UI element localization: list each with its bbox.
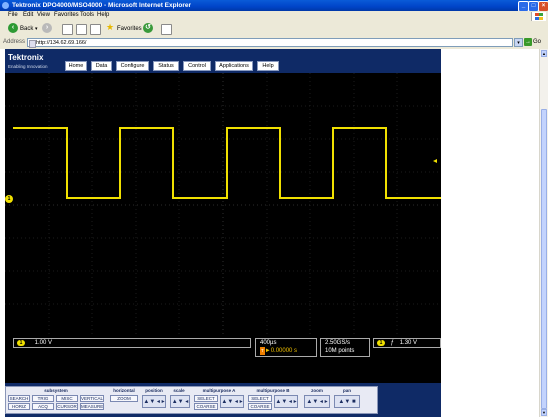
- multipurpose-b-knob-icon[interactable]: ▲▼ ◂ ▸: [274, 395, 298, 408]
- cursor-button[interactable]: CURSOR: [56, 403, 78, 410]
- nav-home[interactable]: Home: [65, 61, 87, 71]
- history-icon[interactable]: ↺: [143, 23, 153, 33]
- sample-rate: 2.50GS/s: [325, 340, 351, 346]
- brand-logo: Tektronix: [8, 53, 44, 62]
- nav-data[interactable]: Data: [91, 61, 112, 71]
- record-length: 10M points: [325, 348, 355, 354]
- scroll-up-icon[interactable]: ▲: [541, 50, 547, 57]
- back-button[interactable]: Back: [20, 24, 33, 34]
- search-button[interactable]: SEARCH: [8, 395, 30, 402]
- control-panel-area: subsystem SEARCH TRIG MISC VERTICAL HORI…: [5, 383, 441, 417]
- delay-value: ►0.00000 s: [264, 348, 298, 354]
- window-title: Tektronix DPO4000/MSO4000 - Microsoft In…: [12, 2, 192, 9]
- subsystem-heading: subsystem: [44, 388, 68, 393]
- scale-heading: scale: [173, 388, 185, 393]
- stop-icon[interactable]: [62, 24, 73, 35]
- zoom-button[interactable]: ZOOM: [110, 395, 138, 402]
- timebase-readout: 400µs T►0.00000 s: [255, 338, 317, 357]
- graticule: [5, 73, 441, 337]
- pan-knob-icon[interactable]: ▲▼ ■: [334, 395, 360, 408]
- favorites-button[interactable]: Favorites: [117, 24, 142, 34]
- channel-1-badge: 1: [17, 340, 25, 346]
- address-url: http://134.62.69.166/: [36, 40, 87, 46]
- menu-help[interactable]: Help: [97, 12, 109, 18]
- multipurpose-a-heading: multipurpose A: [202, 388, 236, 393]
- front-panel-controls: subsystem SEARCH TRIG MISC VERTICAL HORI…: [5, 386, 378, 414]
- page-icon: [29, 40, 36, 48]
- multipurpose-b-coarse-button[interactable]: COARSE: [248, 403, 272, 410]
- back-dropdown-icon[interactable]: ▾: [35, 24, 38, 34]
- trigger-level-marker-icon: [433, 159, 437, 163]
- address-dropdown-icon[interactable]: ▾: [514, 38, 523, 47]
- pan-heading: pan: [342, 388, 351, 393]
- scroll-down-icon[interactable]: ▼: [541, 409, 547, 416]
- ie-icon: [2, 2, 9, 9]
- channel-1-readout: 1 1.00 V: [13, 338, 251, 348]
- misc-button[interactable]: MISC: [56, 395, 78, 402]
- tek-header: Tektronix Enabling Innovation Home Data …: [5, 49, 441, 73]
- multipurpose-b-heading: multipurpose B: [256, 388, 290, 393]
- delay-row: T►0.00000 s: [256, 347, 316, 355]
- favorites-star-icon[interactable]: ★: [106, 22, 114, 32]
- menu-file[interactable]: File: [8, 12, 18, 18]
- vertical-button[interactable]: VERTICAL: [80, 395, 104, 402]
- home-icon[interactable]: [90, 24, 101, 35]
- scope-status-bar: 1 1.00 V 400µs T►0.00000 s 2.50GS/s 10M …: [5, 337, 441, 357]
- nav-help[interactable]: Help: [257, 61, 279, 71]
- position-knob-icon[interactable]: ▲▼ ◂ ▸: [142, 395, 166, 408]
- vertical-scrollbar[interactable]: ▲ ▼: [539, 49, 548, 417]
- measure-button[interactable]: MEASURE: [80, 403, 104, 410]
- trigger-level: 1.30 V: [399, 340, 418, 346]
- multipurpose-a-knob-icon[interactable]: ▲▼ ◂ ▸: [220, 395, 244, 408]
- go-label: Go: [533, 39, 542, 45]
- toolbar: ‹ Back ▾ › ★ Favorites ↺: [0, 21, 548, 38]
- back-arrow-icon[interactable]: ‹: [8, 23, 18, 33]
- refresh-icon[interactable]: [76, 24, 87, 35]
- nav-control[interactable]: Control: [183, 61, 211, 71]
- menu-view[interactable]: View: [37, 12, 50, 18]
- oscilloscope-screen: 1 1 1.00 V 400µs T►0.00000 s 2.50GS/s 10…: [5, 73, 441, 383]
- nav-status[interactable]: Status: [153, 61, 179, 71]
- waveform-display: [5, 73, 441, 337]
- trigger-readout: 1 ƒ 1.30 V: [373, 338, 441, 348]
- brand-tagline: Enabling Innovation: [8, 64, 48, 69]
- channel-1-waveform: [13, 127, 441, 199]
- channel-1-ground-marker: 1: [5, 195, 13, 203]
- multipurpose-a-select-button[interactable]: SELECT: [194, 395, 218, 402]
- position-heading: position: [145, 388, 163, 393]
- nav-applications[interactable]: Applications: [215, 61, 253, 71]
- timebase-value: 400µs: [260, 340, 277, 346]
- zoom-heading: zoom: [311, 388, 323, 393]
- go-button[interactable]: → Go: [524, 38, 546, 47]
- zoom-knob-icon[interactable]: ▲▼ ◂ ▸: [304, 395, 330, 408]
- horizontal-heading: horizontal: [113, 388, 135, 393]
- acquisition-readout: 2.50GS/s 10M points: [320, 338, 370, 357]
- scale-knob-icon[interactable]: ▲▼ ◂: [170, 395, 190, 408]
- trig-button[interactable]: TRIG: [32, 395, 54, 402]
- channel-1-scale: 1.00 V: [34, 340, 53, 346]
- scroll-thumb[interactable]: [541, 109, 547, 409]
- windows-logo-icon: [531, 12, 546, 21]
- acq-button[interactable]: ACQ: [32, 403, 54, 410]
- nav-configure[interactable]: Configure: [116, 61, 149, 71]
- print-icon[interactable]: [161, 24, 172, 35]
- menu-edit[interactable]: Edit: [23, 12, 33, 18]
- multipurpose-b-select-button[interactable]: SELECT: [248, 395, 272, 402]
- address-input[interactable]: http://134.62.69.166/: [27, 38, 513, 48]
- title-bar: Tektronix DPO4000/MSO4000 - Microsoft In…: [0, 0, 548, 12]
- multipurpose-a-coarse-button[interactable]: COARSE: [194, 403, 218, 410]
- menu-favorites[interactable]: Favorites: [54, 12, 79, 18]
- trigger-slope-icon: ƒ: [390, 340, 395, 346]
- trigger-channel-badge: 1: [377, 340, 385, 346]
- go-arrow-icon: →: [524, 38, 532, 46]
- address-label: Address: [3, 39, 26, 45]
- horiz-button[interactable]: HORIZ: [8, 403, 30, 410]
- forward-arrow-icon[interactable]: ›: [42, 23, 52, 33]
- menu-tools[interactable]: Tools: [80, 12, 94, 18]
